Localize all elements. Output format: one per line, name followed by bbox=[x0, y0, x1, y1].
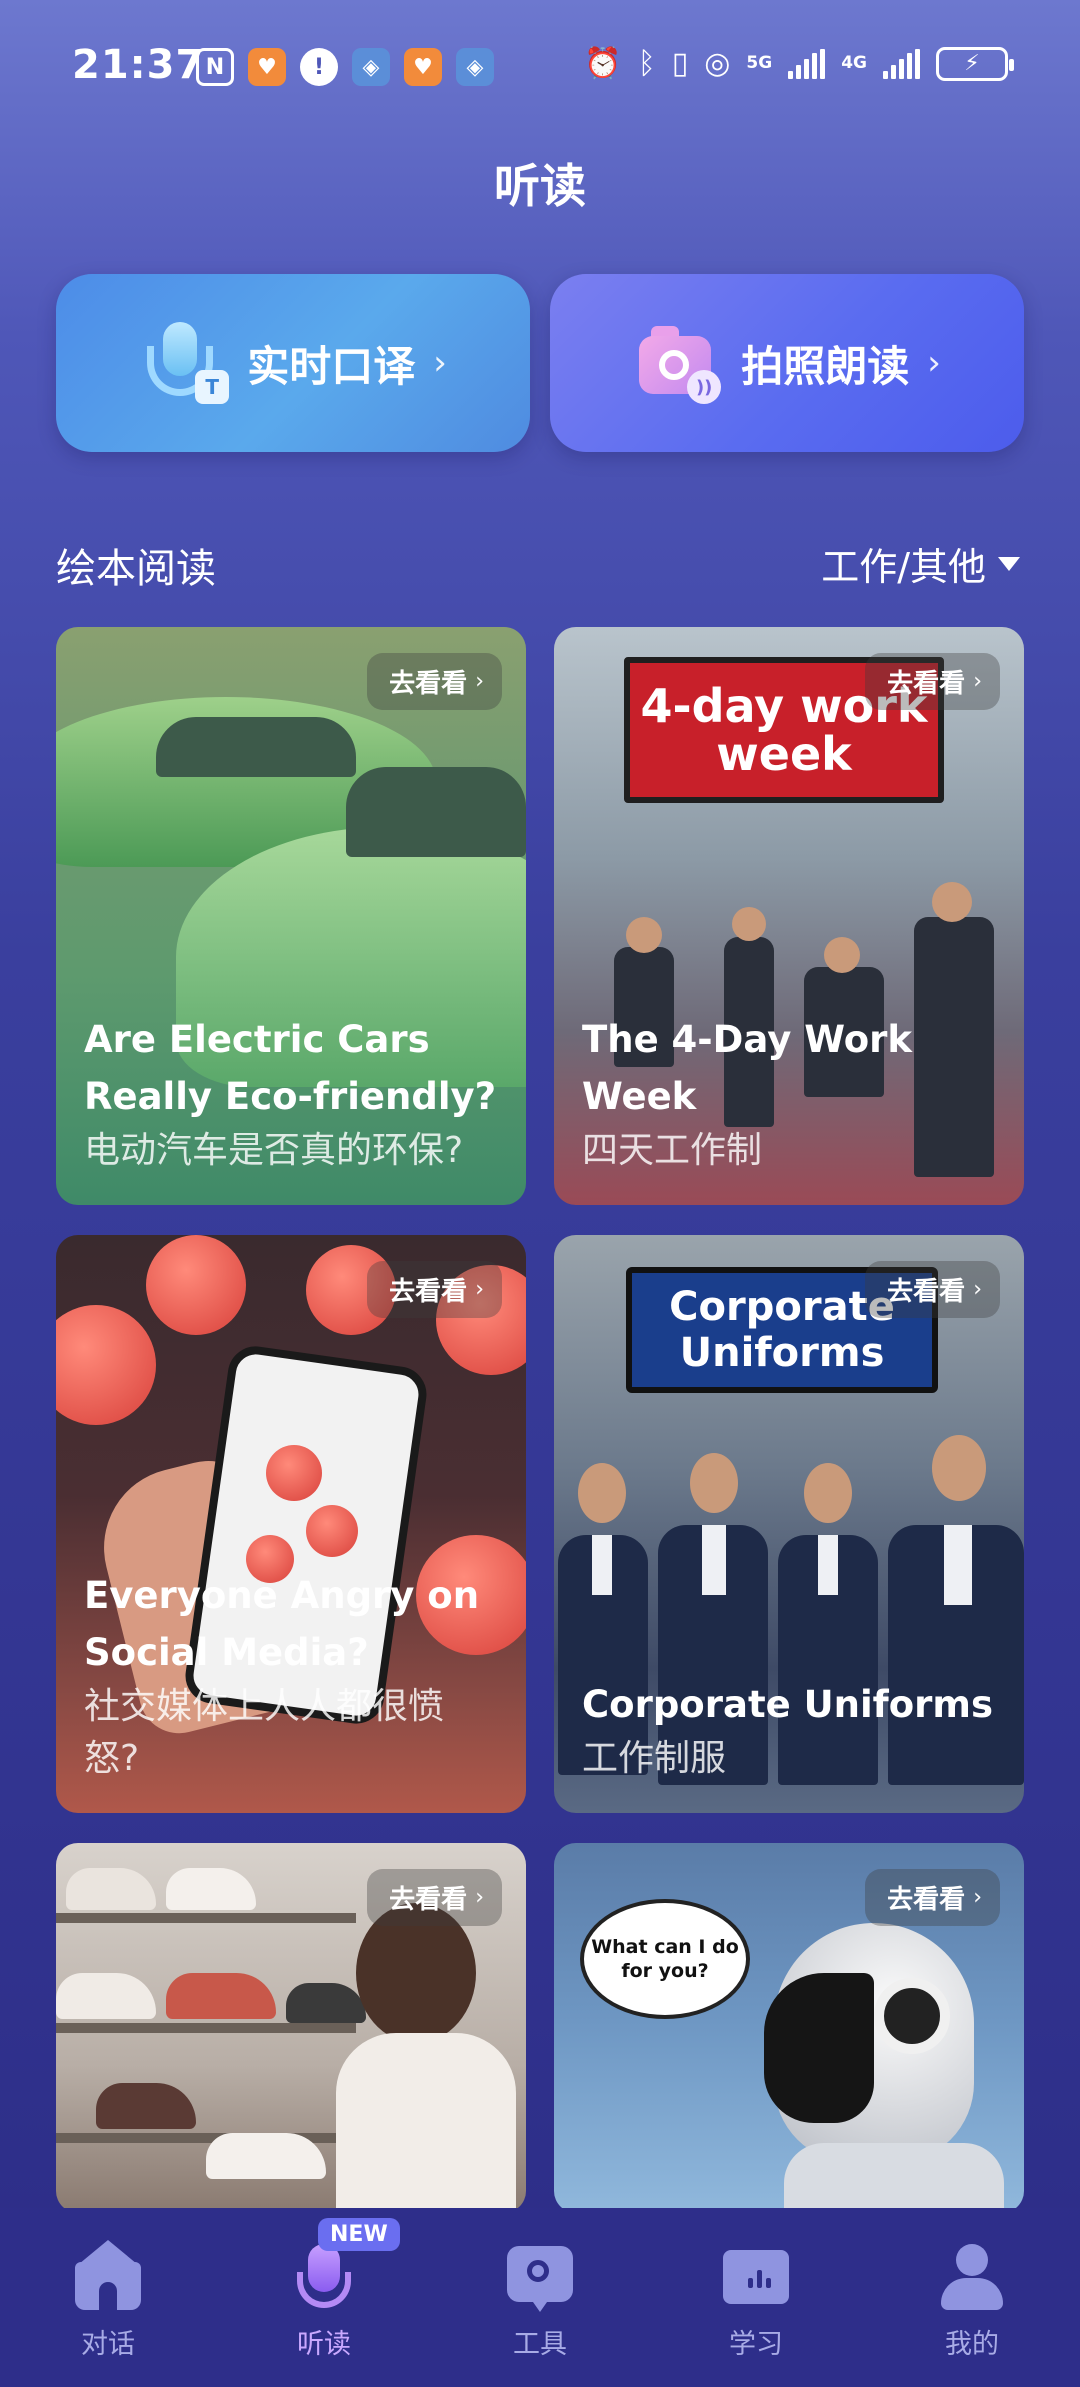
network-4g-label: 4G bbox=[841, 53, 867, 73]
nav-label: 工具 bbox=[513, 2329, 567, 2360]
interpretation-mic-icon: T bbox=[139, 318, 230, 408]
go-view-button[interactable]: 去看看 › bbox=[865, 653, 1000, 710]
page-title: 听读 bbox=[494, 159, 586, 213]
nav-item-profile[interactable]: 我的 bbox=[864, 2208, 1080, 2387]
section-title: 绘本阅读 bbox=[56, 546, 216, 592]
go-view-label: 去看看 bbox=[887, 669, 966, 699]
chevron-right-icon: › bbox=[475, 1885, 484, 1910]
book-card[interactable]: 去看看 › Everyone Angry on Social Media? 社交媒… bbox=[56, 1235, 526, 1813]
category-filter-dropdown[interactable]: 工作/其他 bbox=[821, 536, 1020, 591]
nav-item-dialogue[interactable]: 对话 bbox=[0, 2208, 216, 2387]
dropdown-triangle-icon bbox=[998, 556, 1020, 571]
robot-speech-bubble: What can I do for you? bbox=[580, 1899, 750, 2019]
card-title-en: The 4-Day Work Week bbox=[582, 1018, 912, 1118]
go-view-button[interactable]: 去看看 › bbox=[865, 1869, 1000, 1926]
alarm-icon: ⏰ bbox=[584, 46, 622, 81]
bottom-nav: 对话 听读 工具 学习 我的 bbox=[0, 2208, 1080, 2387]
realtime-interpretation-label: 实时口译 bbox=[247, 341, 416, 391]
go-view-button[interactable]: 去看看 › bbox=[367, 1261, 502, 1318]
book-card[interactable]: What can I do for you? 去看看 › bbox=[554, 1843, 1024, 2213]
heart-app-icon: ♥ bbox=[248, 48, 286, 86]
vibrate-icon: ▯ bbox=[671, 46, 689, 81]
shield-app-icon: ◈ bbox=[352, 48, 390, 86]
network-5g-label: 5G bbox=[746, 53, 773, 73]
book-card[interactable]: 去看看 › Are Electric Cars Really Eco-friend… bbox=[56, 627, 526, 1205]
nav-item-learn[interactable]: 学习 bbox=[648, 2208, 864, 2387]
photo-read-button[interactable]: )) 拍照朗读 › bbox=[550, 274, 1024, 452]
photo-read-label: 拍照朗读 bbox=[741, 341, 910, 391]
shield-app-icon: ◈ bbox=[456, 48, 494, 86]
filter-label: 工作/其他 bbox=[821, 545, 986, 589]
chevron-right-icon: › bbox=[973, 669, 982, 694]
book-icon bbox=[723, 2244, 789, 2310]
heart-app-icon: ♥ bbox=[404, 48, 442, 86]
card-title-zh: 电动汽车是否真的环保? bbox=[84, 1130, 464, 1171]
go-view-label: 去看看 bbox=[389, 1277, 468, 1307]
card-title-en: Everyone Angry on Social Media? bbox=[84, 1574, 480, 1674]
chevron-right-icon: › bbox=[973, 1885, 982, 1910]
user-icon bbox=[939, 2244, 1005, 2310]
signal-icon bbox=[788, 48, 826, 79]
nfc-icon: N bbox=[196, 48, 234, 86]
go-view-label: 去看看 bbox=[887, 1885, 966, 1915]
nav-label: 听读 bbox=[297, 2329, 351, 2360]
nav-label: 对话 bbox=[81, 2329, 135, 2360]
search-tool-icon bbox=[507, 2244, 573, 2312]
nav-item-tools[interactable]: 工具 bbox=[432, 2208, 648, 2387]
info-circle-icon: ! bbox=[300, 48, 338, 86]
notification-icons: N ♥ ! ◈ ♥ ◈ bbox=[196, 48, 494, 86]
status-bar: 21:37 N ♥ ! ◈ ♥ ◈ ⏰ ᛒ ▯ ◎ 5G 4G ⚡ bbox=[0, 0, 1080, 140]
card-title-zh: 工作制服 bbox=[582, 1738, 727, 1779]
book-card[interactable]: Corporate Uniforms 去看看 › Corporate Unifor… bbox=[554, 1235, 1024, 1813]
book-card[interactable]: 4-day work week 去看看 › The 4-Day Work Week… bbox=[554, 627, 1024, 1205]
go-view-button[interactable]: 去看看 › bbox=[367, 1869, 502, 1926]
status-time: 21:37 bbox=[72, 42, 205, 88]
chevron-right-icon: › bbox=[475, 669, 484, 694]
go-view-button[interactable]: 去看看 › bbox=[367, 653, 502, 710]
system-icons: ⏰ ᛒ ▯ ◎ 5G 4G ⚡ bbox=[584, 46, 1014, 81]
signal-icon bbox=[883, 48, 920, 79]
card-title-zh: 社交媒体上人人都很愤怒? bbox=[84, 1686, 445, 1779]
chevron-right-icon: › bbox=[927, 343, 941, 383]
chevron-right-icon: › bbox=[433, 343, 447, 383]
chevron-right-icon: › bbox=[475, 1277, 484, 1302]
card-title-en: Are Electric Cars Really Eco-friendly? bbox=[84, 1018, 497, 1118]
microphone-icon bbox=[291, 2244, 357, 2310]
realtime-interpretation-button[interactable]: T 实时口译 › bbox=[56, 274, 530, 452]
chevron-right-icon: › bbox=[973, 1277, 982, 1302]
go-view-label: 去看看 bbox=[887, 1277, 966, 1307]
battery-charging-icon: ⚡ bbox=[936, 46, 1014, 81]
book-card[interactable]: 去看看 › bbox=[56, 1843, 526, 2213]
nav-label: 我的 bbox=[945, 2329, 999, 2360]
photo-read-camera-icon: )) bbox=[633, 318, 723, 408]
card-title-zh: 四天工作制 bbox=[582, 1130, 763, 1171]
go-view-button[interactable]: 去看看 › bbox=[865, 1261, 1000, 1318]
hotspot-icon: ◎ bbox=[704, 46, 731, 81]
go-view-label: 去看看 bbox=[389, 669, 468, 699]
home-icon bbox=[75, 2240, 141, 2310]
bluetooth-icon: ᛒ bbox=[637, 46, 656, 81]
card-title-en: Corporate Uniforms bbox=[582, 1683, 994, 1726]
nav-label: 学习 bbox=[729, 2329, 783, 2360]
go-view-label: 去看看 bbox=[389, 1885, 468, 1915]
new-badge: NEW bbox=[318, 2218, 400, 2251]
